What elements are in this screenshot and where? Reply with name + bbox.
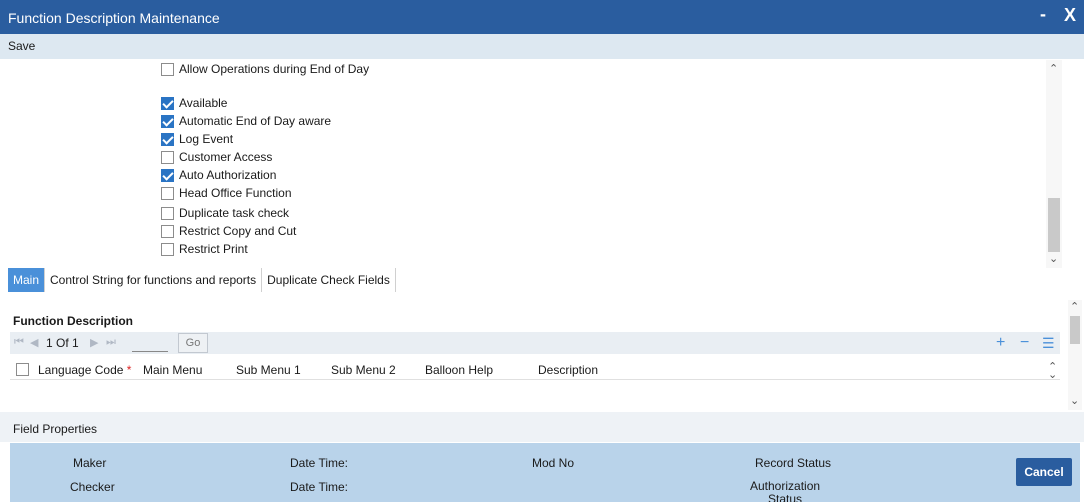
checkbox[interactable] bbox=[161, 206, 174, 220]
scroll-down-icon[interactable]: ⌄ bbox=[1049, 252, 1058, 265]
checkbox[interactable] bbox=[161, 242, 174, 256]
tab-duplicate-check-fields[interactable]: Duplicate Check Fields bbox=[262, 268, 396, 292]
go-button[interactable]: Go bbox=[178, 333, 208, 353]
option-head-office-function[interactable]: Head Office Function bbox=[161, 185, 292, 201]
scroll-up-icon[interactable]: ⌃ bbox=[1049, 62, 1058, 75]
option-restrict-print[interactable]: Restrict Print bbox=[161, 241, 248, 257]
scroll-up-icon[interactable]: ⌃ bbox=[1070, 300, 1079, 313]
grid-header: Language Code * Main Menu Sub Menu 1 Sub… bbox=[10, 358, 1060, 381]
scroll-down-icon[interactable]: ⌄ bbox=[1070, 394, 1079, 407]
option-automatic-eod-aware[interactable]: Automatic End of Day aware bbox=[161, 113, 331, 129]
required-marker: * bbox=[126, 363, 132, 377]
page-number-input[interactable] bbox=[132, 334, 168, 352]
option-label: Restrict Print bbox=[179, 242, 248, 256]
mod-no-label: Mod No bbox=[532, 456, 575, 470]
grid-body bbox=[10, 381, 1060, 409]
option-log-event[interactable]: Log Event bbox=[161, 131, 233, 147]
checkbox[interactable] bbox=[161, 114, 174, 128]
option-duplicate-task-check[interactable]: Duplicate task check bbox=[161, 205, 289, 221]
minimize-button[interactable]: - bbox=[1040, 4, 1046, 25]
option-label: Auto Authorization bbox=[179, 168, 277, 182]
field-properties-bar: Field Properties bbox=[0, 412, 1084, 442]
col-sub-menu-1: Sub Menu 1 bbox=[236, 363, 301, 377]
option-customer-access[interactable]: Customer Access bbox=[161, 149, 272, 165]
delete-row-icon[interactable]: − bbox=[1020, 334, 1029, 352]
checkbox[interactable] bbox=[161, 132, 174, 146]
checkbox[interactable] bbox=[161, 62, 174, 76]
scrollbar-thumb[interactable] bbox=[1048, 198, 1060, 252]
add-row-icon[interactable]: + bbox=[996, 334, 1005, 352]
section-title: Function Description bbox=[13, 314, 133, 328]
grid-pager: ⏮ ◀ 1 Of 1 ▶ ⏭ Go + − ☰ bbox=[10, 332, 1060, 354]
tab-control-string[interactable]: Control String for functions and reports bbox=[45, 268, 263, 292]
checker-label: Checker bbox=[70, 480, 115, 494]
title-bar: Function Description Maintenance - X bbox=[0, 0, 1084, 34]
audit-panel: Maker Checker Date Time: Date Time: Mod … bbox=[10, 443, 1080, 502]
option-available[interactable]: Available bbox=[161, 95, 227, 111]
page-indicator: 1 Of 1 bbox=[46, 336, 79, 350]
col-description: Description bbox=[538, 363, 599, 377]
checkbox[interactable] bbox=[161, 186, 174, 200]
col-language-code: Language Code * bbox=[38, 363, 131, 377]
main-scrollbar[interactable]: ⌃ ⌄ bbox=[1068, 300, 1082, 410]
select-all-checkbox[interactable] bbox=[16, 363, 29, 376]
checkbox[interactable] bbox=[161, 96, 174, 110]
record-status-label: Record Status bbox=[755, 456, 832, 470]
option-label: Head Office Function bbox=[179, 186, 292, 200]
maker-date-time-label: Date Time: bbox=[290, 456, 349, 470]
scrollbar-thumb[interactable] bbox=[1070, 316, 1080, 344]
checkbox[interactable] bbox=[161, 168, 174, 182]
prev-page-icon[interactable]: ◀ bbox=[30, 336, 38, 349]
option-label: Restrict Copy and Cut bbox=[179, 224, 297, 238]
option-label: Available bbox=[179, 96, 228, 110]
save-button[interactable]: Save bbox=[8, 39, 35, 53]
last-page-icon[interactable]: ⏭ bbox=[106, 336, 116, 349]
authorization-status-label: Authorization Status bbox=[750, 479, 821, 502]
col-balloon-help: Balloon Help bbox=[425, 363, 494, 377]
options-scrollbar[interactable]: ⌃ ⌄ bbox=[1046, 60, 1062, 268]
cancel-button[interactable]: Cancel bbox=[1016, 458, 1072, 486]
option-label: Log Event bbox=[179, 132, 234, 146]
col-main-menu: Main Menu bbox=[143, 363, 203, 377]
first-page-icon[interactable]: ⏮ bbox=[14, 336, 24, 349]
grid-scroll-down-icon[interactable]: ⌄ bbox=[1048, 368, 1057, 381]
option-allow-operations-eod[interactable]: Allow Operations during End of Day bbox=[161, 61, 369, 77]
single-view-icon[interactable]: ☰ bbox=[1042, 335, 1055, 352]
col-sub-menu-2: Sub Menu 2 bbox=[331, 363, 396, 377]
checkbox[interactable] bbox=[161, 224, 174, 238]
option-restrict-copy-cut[interactable]: Restrict Copy and Cut bbox=[161, 223, 296, 239]
checkbox[interactable] bbox=[161, 150, 174, 164]
option-label: Automatic End of Day aware bbox=[179, 114, 332, 128]
tab-main[interactable]: Main bbox=[8, 268, 46, 292]
option-label: Allow Operations during End of Day bbox=[179, 62, 370, 76]
option-label: Customer Access bbox=[179, 150, 273, 164]
option-label: Duplicate task check bbox=[179, 206, 290, 220]
maker-label: Maker bbox=[73, 456, 107, 470]
next-page-icon[interactable]: ▶ bbox=[90, 336, 98, 349]
close-button[interactable]: X bbox=[1064, 5, 1076, 26]
window-title: Function Description Maintenance bbox=[8, 10, 220, 26]
tab-bar: Main Control String for functions and re… bbox=[8, 268, 396, 292]
action-toolbar: Save bbox=[0, 34, 1084, 59]
checker-date-time-label: Date Time: bbox=[290, 480, 349, 494]
field-properties-label: Field Properties bbox=[13, 422, 98, 436]
col-label: Language Code bbox=[38, 363, 124, 377]
option-auto-authorization[interactable]: Auto Authorization bbox=[161, 167, 276, 183]
